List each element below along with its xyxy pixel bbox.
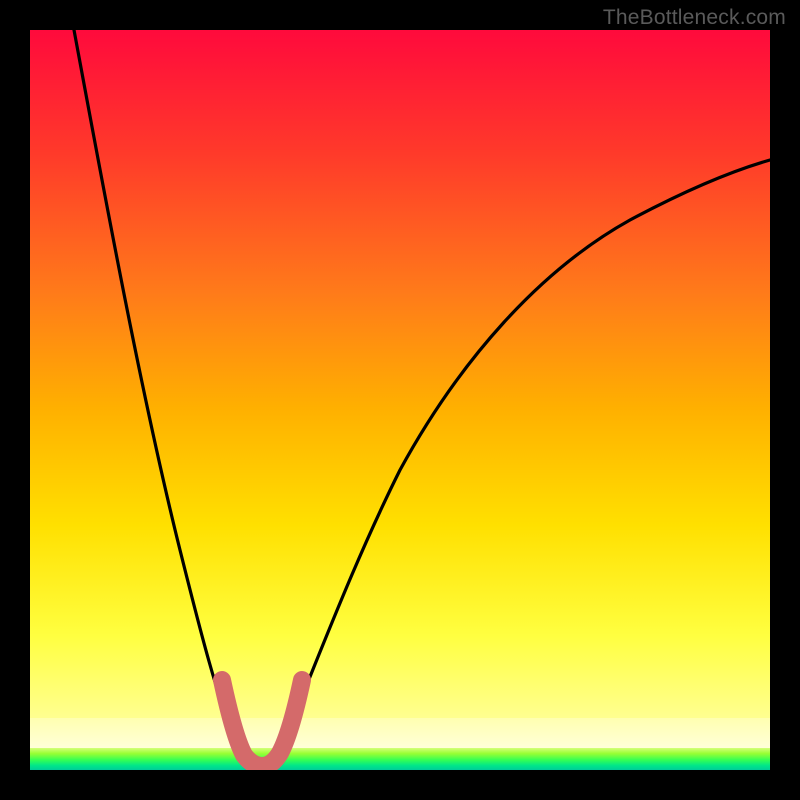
chart-stage: TheBottleneck.com xyxy=(0,0,800,800)
green-band xyxy=(30,748,770,770)
yellow-band xyxy=(30,718,770,748)
plot-area xyxy=(30,30,770,770)
chart-svg xyxy=(30,30,770,770)
watermark-label: TheBottleneck.com xyxy=(603,6,786,30)
